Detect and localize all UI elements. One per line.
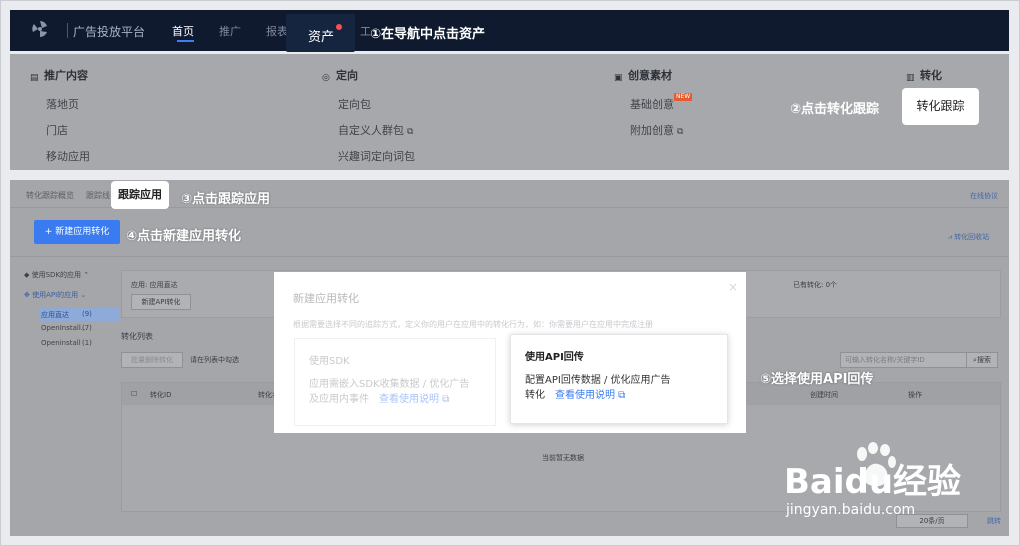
dialog-description: 根据需要选择不同的追踪方式，定义你的用户在应用中的转化行为，如：你需要用户在应用…	[293, 320, 653, 329]
online-agreement-link[interactable]: 在线协议	[970, 191, 998, 201]
target-icon: ◎	[322, 73, 330, 83]
tab-track-app[interactable]: 跟踪应用	[111, 181, 169, 209]
nav-item-promotion[interactable]: 推广	[219, 23, 241, 39]
nav-item-report[interactable]: 报表	[266, 23, 288, 39]
box-icon: ◆	[24, 271, 32, 279]
tab-overview[interactable]: 转化跟踪概览	[26, 190, 74, 201]
sidebar-item-openinstall-2[interactable]: Openinstall	[41, 339, 81, 347]
menu-item-targeting-package[interactable]: 定向包	[338, 96, 371, 112]
column-header-id: 转化ID	[150, 391, 172, 399]
step-note-3: ③点击跟踪应用	[181, 192, 271, 207]
empty-state-text: 当前暂无数据	[542, 454, 584, 462]
share-icon: ✥	[24, 291, 33, 299]
option-sdk-desc-1: 应用需嵌入SDK收集数据 / 优化广告	[309, 379, 470, 390]
menu-col-content-title: ▤ 推广内容	[30, 69, 88, 83]
external-link-icon: ⧉	[407, 127, 414, 137]
menu-col-creative-title: ▣ 创意素材	[614, 69, 672, 83]
bar-chart-icon: ▥	[906, 73, 915, 83]
menu-item-landing-page[interactable]: 落地页	[46, 96, 79, 112]
external-link-icon: ⧉	[677, 127, 684, 137]
converted-count: 已有转化: 0个	[793, 281, 838, 289]
option-sdk-desc-2: 及应用内事件 查看使用说明 ⧉	[309, 394, 450, 405]
watermark-url: jingyan.baidu.com	[786, 502, 916, 518]
new-app-conversion-dialog: 新建应用转化 × 根据需要选择不同的追踪方式，定义你的用户在应用中的转化行为，如…	[274, 272, 746, 433]
asset-notification-dot	[336, 24, 342, 30]
sidebar-item-app-direct[interactable]: 应用直达	[41, 310, 69, 320]
close-icon[interactable]: ×	[728, 280, 738, 294]
conversion-recycle-link[interactable]: ⩘ 转化回收站	[948, 232, 989, 242]
baidu-jingyan-watermark: Baidu经验 jingyan.baidu.com	[784, 442, 1004, 522]
conversion-tracking-button[interactable]: 转化跟踪	[902, 88, 979, 125]
menu-item-custom-audience[interactable]: 自定义人群包 ⧉	[338, 122, 413, 138]
sidebar-item-count: (7)	[82, 324, 92, 332]
selection-hint: 请在列表中勾选	[190, 356, 239, 364]
menu-item-extra-creative[interactable]: 附加创意 ⧉	[630, 122, 683, 138]
folder-icon: ▣	[614, 73, 623, 83]
sidebar-item-sdk-apps[interactable]: ◆ 使用SDK的应用 ⌃	[24, 270, 89, 280]
option-sdk-title: 使用SDK	[309, 356, 350, 367]
option-api-desc-2: 转化 查看使用说明 ⧉	[525, 390, 626, 401]
sdk-help-link[interactable]: 查看使用说明 ⧉	[379, 394, 449, 405]
menu-item-interest-keywords[interactable]: 兴趣词定向词包	[338, 148, 415, 164]
search-input[interactable]: 可输入转化名称/关键字ID	[840, 352, 970, 368]
menu-col-conversion-title: ▥ 转化	[906, 69, 942, 83]
conversion-list-title: 转化列表	[121, 332, 153, 341]
new-app-conversion-button[interactable]: + 新建应用转化	[34, 220, 120, 244]
new-api-conversion-button[interactable]: 新建API转化	[131, 294, 191, 310]
api-help-link[interactable]: 查看使用说明 ⧉	[555, 390, 625, 401]
option-api-title: 使用API回传	[525, 352, 584, 363]
nav-item-asset-label[interactable]: 资产	[308, 26, 334, 45]
sidebar-item-count: (1)	[82, 339, 92, 347]
dialog-title: 新建应用转化	[293, 292, 359, 305]
column-header-actions: 操作	[908, 391, 922, 399]
menu-item-store[interactable]: 门店	[46, 122, 68, 138]
sidebar-item-openinstall-1[interactable]: OpenInstall...	[41, 324, 87, 332]
toolbar-divider	[10, 256, 1009, 257]
nav-item-home[interactable]: 首页	[172, 23, 194, 39]
new-badge: NEW	[674, 93, 693, 101]
menu-col-targeting-title: ◎ 定向	[322, 69, 358, 83]
step-note-2: ②点击转化跟踪	[790, 102, 880, 117]
sidebar-item-api-apps[interactable]: ✥ 使用API的应用 ⌄	[24, 290, 86, 300]
top-nav-bar: 广告投放平台 首页 推广 报表 资产 工 ①在导航中点击资产	[10, 10, 1009, 52]
batch-delete-button[interactable]: 批量删除转化	[121, 352, 183, 368]
step-note-5: ⑤选择使用API回传	[760, 372, 874, 387]
nav-divider	[67, 23, 68, 38]
option-api-desc-1: 配置API回传数据 / 优化应用广告	[525, 375, 671, 386]
option-use-sdk[interactable]: 使用SDK 应用需嵌入SDK收集数据 / 优化广告 及应用内事件 查看使用说明 ⧉	[294, 338, 496, 426]
menu-item-mobile-app[interactable]: 移动应用	[46, 148, 90, 164]
document-icon: ▤	[30, 73, 39, 83]
option-use-api[interactable]: 使用API回传 配置API回传数据 / 优化应用广告 转化 查看使用说明 ⧉	[510, 334, 728, 424]
tab-tracking-line[interactable]: 跟踪线	[86, 190, 110, 201]
nav-active-indicator	[177, 40, 194, 42]
platform-logo-icon	[32, 21, 47, 37]
step-note-4: ④点击新建应用转化	[126, 229, 242, 244]
select-all-checkbox[interactable]: ☐	[131, 390, 137, 398]
search-button[interactable]: ⌕搜索	[966, 352, 998, 368]
column-header-created: 创建时间	[810, 391, 838, 399]
step-note-1: ①在导航中点击资产	[370, 27, 486, 42]
sidebar-item-count: (9)	[82, 310, 92, 318]
menu-item-basic-creative[interactable]: 基础创意	[630, 96, 674, 112]
brand-title: 广告投放平台	[73, 25, 146, 39]
watermark-brand: Baidu经验	[784, 462, 962, 502]
app-name-label: 应用: 应用直达	[131, 281, 178, 289]
